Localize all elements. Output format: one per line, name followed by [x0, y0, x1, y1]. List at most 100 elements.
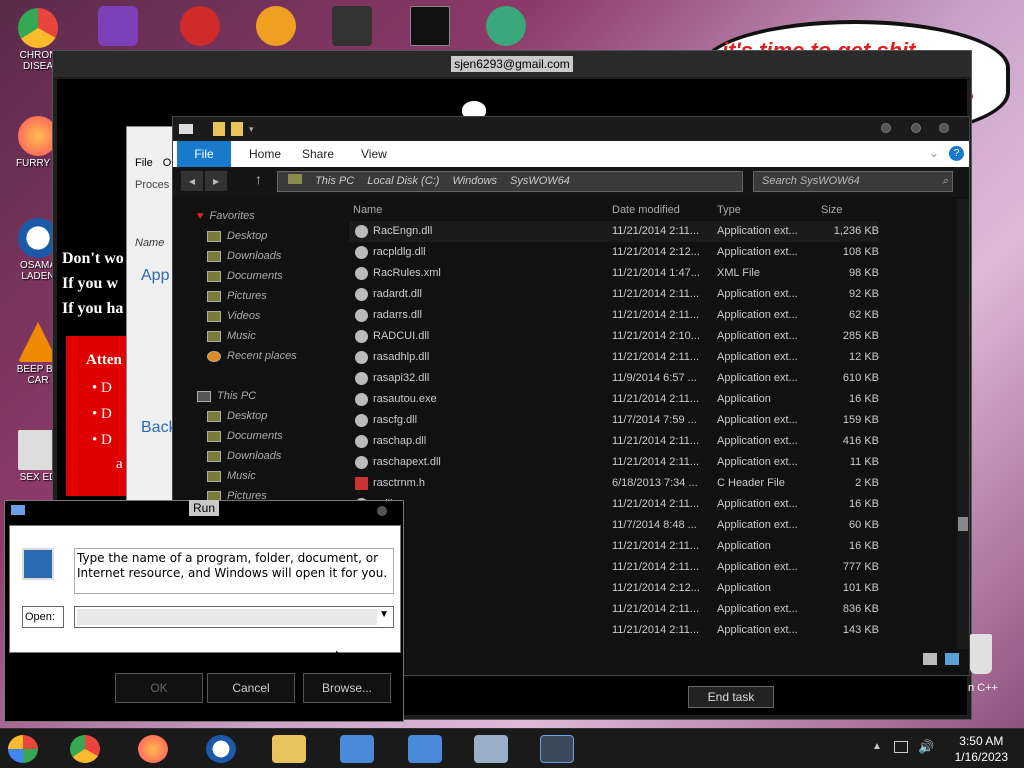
nav-item[interactable]: Documents: [207, 267, 283, 285]
desktop-icon-cmd[interactable]: [400, 6, 460, 48]
nav-item[interactable]: Music: [207, 467, 256, 485]
nav-item[interactable]: Pictures: [207, 287, 267, 305]
up-button[interactable]: ↑: [255, 171, 262, 187]
breadcrumb-this-pc[interactable]: This PC: [315, 175, 354, 187]
breadcrumb-syswow64[interactable]: SysWOW64: [510, 175, 570, 187]
volume-icon[interactable]: 🔊: [918, 739, 934, 755]
chevron-down-icon[interactable]: ⌄: [929, 146, 939, 160]
forward-button[interactable]: ▸: [205, 171, 227, 191]
network-icon[interactable]: [894, 741, 908, 753]
file-row[interactable]: rasautou.exe 11/21/2014 2:11... Applicatio…: [349, 389, 879, 410]
search-input[interactable]: Search SysWOW64 ⌕: [753, 171, 953, 192]
taskbar-firefox-icon[interactable]: [138, 735, 168, 763]
nav-favorites[interactable]: ♥ Favorites: [197, 207, 255, 225]
tab-view[interactable]: View: [361, 141, 387, 167]
taskbar-resource-monitor-icon[interactable]: [474, 735, 508, 763]
taskbar-obama-logo-icon[interactable]: [206, 735, 236, 763]
taskbar-run-icon[interactable]: [540, 735, 574, 763]
nav-item[interactable]: Downloads: [207, 447, 281, 465]
column-header-name[interactable]: Name: [353, 199, 382, 221]
breadcrumb-local-disk[interactable]: Local Disk (C:): [367, 175, 439, 187]
start-button[interactable]: [8, 735, 38, 763]
cancel-button[interactable]: Cancel: [207, 673, 295, 703]
nav-item[interactable]: Recent places: [207, 347, 297, 365]
file-row[interactable]: radardt.dll 11/21/2014 2:11... Application…: [349, 284, 879, 305]
file-row[interactable]: RacRules.xml 11/21/2014 1:47... XML File 98…: [349, 263, 879, 284]
file-row[interactable]: RADCUI.dll 11/21/2014 2:10... Application …: [349, 326, 879, 347]
close-button[interactable]: [377, 506, 387, 516]
tab-file[interactable]: File: [177, 141, 231, 167]
help-icon[interactable]: ?: [949, 146, 964, 161]
taskbar-network-setup-icon[interactable]: [340, 735, 374, 763]
new-folder-icon[interactable]: [231, 122, 243, 136]
run-dialog[interactable]: Run Type the name of a program, folder, …: [4, 500, 404, 722]
file-row[interactable]: er.exe11/21/2014 2:12...Application101 K…: [349, 578, 879, 599]
file-row[interactable]: rasadhlp.dll 11/21/2014 2:11... Applicatio…: [349, 347, 879, 368]
chevron-down-icon[interactable]: ▼: [379, 609, 389, 620]
desktop-icon-p[interactable]: [246, 6, 306, 48]
file-row[interactable]: raschap.dll 11/21/2014 2:11... Application…: [349, 431, 879, 452]
file-row[interactable]: RacEngn.dll 11/21/2014 2:11... Application…: [349, 221, 879, 242]
nav-item[interactable]: Downloads: [207, 247, 281, 265]
nav-this-pc[interactable]: This PC: [197, 387, 256, 405]
file-row[interactable]: s.dll11/21/2014 2:11...Application ext..…: [349, 494, 879, 515]
ok-button[interactable]: OK: [115, 673, 203, 703]
minimize-button[interactable]: [881, 123, 891, 133]
tab-processes[interactable]: Proces: [135, 179, 169, 191]
file-date: 11/21/2014 2:11...: [612, 561, 700, 573]
file-row[interactable]: raschapext.dll 11/21/2014 2:11... Applicat…: [349, 452, 879, 473]
large-icons-view-icon[interactable]: [945, 653, 959, 665]
file-row[interactable]: rasapi32.dll 11/9/2014 6:57 ... Applicatio…: [349, 368, 879, 389]
maximize-button[interactable]: [911, 123, 921, 133]
recycle-bin-icon[interactable]: [970, 634, 992, 674]
desktop-icon-visual-studio[interactable]: [88, 6, 148, 48]
desktop-icon-character[interactable]: [476, 6, 536, 48]
file-row[interactable]: y.dll11/21/2014 2:11...Application ext..…: [349, 599, 879, 620]
tab-share[interactable]: Share: [302, 141, 334, 167]
nav-item[interactable]: Documents: [207, 427, 283, 445]
clock[interactable]: 3:50 AM 1/16/2023: [955, 733, 1008, 765]
character-icon: [486, 6, 526, 46]
file-row[interactable]: rascfg.dll 11/7/2014 7:59 ... Application …: [349, 410, 879, 431]
gear-icon: [355, 351, 368, 364]
desktop-icon-bat[interactable]: [322, 6, 382, 48]
file-row[interactable]: n.dll11/21/2014 2:11...Application ext..…: [349, 620, 879, 639]
show-hidden-icons[interactable]: ▲: [872, 741, 882, 752]
file-row[interactable]: .dll11/21/2014 2:11...Application ext...…: [349, 557, 879, 578]
chevron-down-icon[interactable]: ▾: [249, 124, 254, 135]
file-row[interactable]: racpldlg.dll 11/21/2014 2:12... Applicatio…: [349, 242, 879, 263]
nav-item[interactable]: Videos: [207, 307, 260, 325]
back-button[interactable]: ◂: [181, 171, 203, 191]
browse-button[interactable]: Browse...: [303, 673, 391, 703]
folder-icon[interactable]: [179, 124, 193, 134]
file-row[interactable]: radarrs.dll 11/21/2014 2:11... Application…: [349, 305, 879, 326]
column-header-date[interactable]: Date modified: [612, 199, 680, 221]
vertical-scrollbar[interactable]: [957, 199, 969, 649]
column-header-size[interactable]: Size: [821, 199, 842, 221]
nav-item[interactable]: Desktop: [207, 227, 267, 245]
gear-icon: [355, 330, 368, 343]
file-row[interactable]: rasctrnm.h 6/18/2013 7:34 ... C Header Fil…: [349, 473, 879, 494]
taskbar-network-setup-icon[interactable]: [408, 735, 442, 763]
taskbar-file-explorer-icon[interactable]: [272, 735, 306, 763]
file-row[interactable]: l.exe11/21/2014 2:11...Application16 KB: [349, 536, 879, 557]
breadcrumb-windows[interactable]: Windows: [452, 175, 497, 187]
close-button[interactable]: [939, 123, 949, 133]
tab-home[interactable]: Home: [249, 141, 281, 167]
open-input[interactable]: ▼: [74, 606, 394, 628]
menu-options[interactable]: O: [163, 157, 172, 169]
nav-item[interactable]: Music: [207, 327, 256, 345]
search-icon[interactable]: ⌕: [942, 172, 948, 191]
end-task-button[interactable]: End task: [688, 686, 774, 708]
column-name[interactable]: Name: [135, 237, 164, 249]
taskbar-chrome-icon[interactable]: [70, 735, 100, 763]
menu-file[interactable]: File: [135, 157, 153, 169]
scrollbar-thumb[interactable]: [958, 517, 968, 531]
file-row[interactable]: g.dll11/7/2014 8:48 ...Application ext..…: [349, 515, 879, 536]
nav-item[interactable]: Desktop: [207, 407, 267, 425]
desktop-icon-game[interactable]: [170, 6, 230, 48]
column-header-type[interactable]: Type: [717, 199, 741, 221]
details-view-icon[interactable]: [923, 653, 937, 665]
properties-icon[interactable]: [213, 122, 225, 136]
address-bar[interactable]: This PC Local Disk (C:) Windows SysWOW64: [277, 171, 743, 192]
